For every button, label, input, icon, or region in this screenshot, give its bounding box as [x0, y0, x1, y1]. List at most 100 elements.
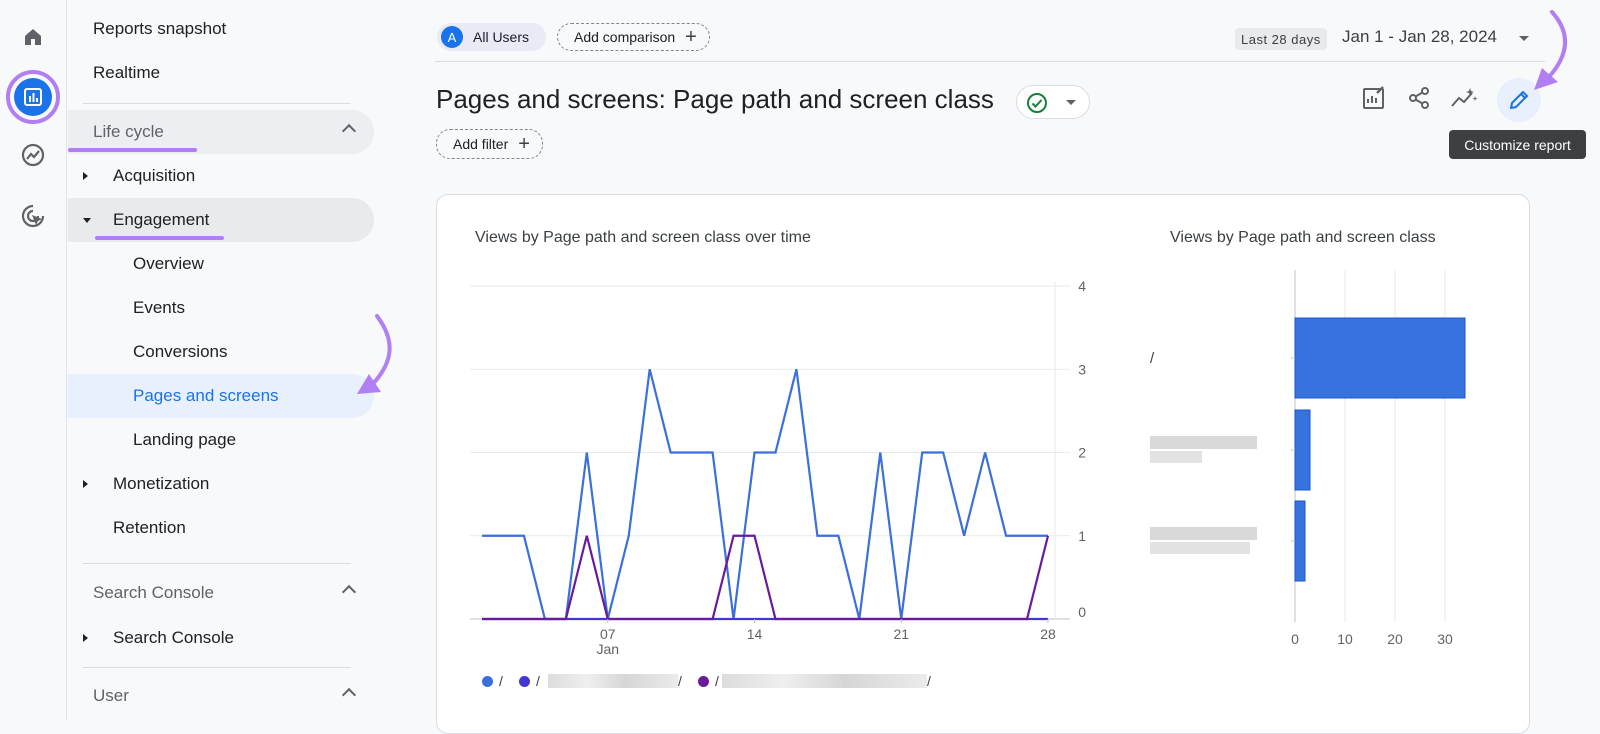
- y-tick-label: 1: [1078, 528, 1086, 544]
- legend-dot: [519, 675, 530, 687]
- legend-label: /: [499, 673, 503, 689]
- topbar-divider: [435, 61, 1545, 62]
- page-title: Pages and screens: Page path and screen …: [436, 84, 994, 114]
- bar: [1294, 409, 1311, 491]
- sidebar-item-label: Retention: [113, 518, 186, 537]
- legend-dot: [482, 675, 493, 687]
- bar: [1294, 500, 1306, 582]
- section-search-console[interactable]: Search Console: [68, 571, 374, 615]
- section-label: Life cycle: [93, 122, 164, 141]
- sidebar-item-conversions[interactable]: Conversions: [133, 330, 228, 374]
- home-icon[interactable]: [14, 18, 52, 56]
- plus-icon: +: [518, 133, 530, 155]
- sidebar-item-monetization[interactable]: Monetization: [68, 462, 368, 506]
- legend-label-suffix: /: [927, 673, 931, 689]
- sidebar-item-label: Reports snapshot: [93, 19, 227, 38]
- redacted-label: [1150, 451, 1202, 463]
- reports-icon[interactable]: [14, 78, 52, 116]
- annotation-underline: [95, 236, 224, 240]
- nav-rail: [0, 0, 67, 720]
- chevron-down-icon: [1066, 100, 1076, 105]
- x-tick-label: Jan: [596, 641, 619, 657]
- add-filter-button[interactable]: Add filter +: [436, 129, 543, 159]
- add-comparison-button[interactable]: Add comparison +: [557, 23, 710, 51]
- section-label: Search Console: [93, 583, 214, 602]
- bar: [1294, 317, 1466, 399]
- caret-down-icon: [83, 218, 91, 223]
- add-filter-label: Add filter: [453, 136, 509, 152]
- sidebar-item-label: Engagement: [113, 210, 210, 229]
- x-tick-label: 20: [1387, 631, 1403, 647]
- caret-right-icon: [83, 634, 88, 642]
- redacted-text: [548, 674, 678, 688]
- legend-item[interactable]: /: [482, 673, 503, 689]
- insights-icon[interactable]: [1448, 82, 1480, 114]
- annotation-arrow: [357, 314, 392, 394]
- add-comparison-label: Add comparison: [574, 29, 676, 45]
- section-user[interactable]: User: [68, 674, 374, 718]
- sidebar-item-label: Landing page: [133, 430, 237, 449]
- x-tick-label: 10: [1337, 631, 1353, 647]
- edit-comparisons-icon[interactable]: [1358, 82, 1390, 114]
- legend-label: /: [536, 673, 540, 689]
- segment-chip-all-users[interactable]: A All Users: [437, 23, 546, 51]
- sidebar-item-landing-page[interactable]: Landing page: [133, 418, 236, 462]
- tooltip: Customize report: [1449, 130, 1586, 159]
- sidebar-item-acquisition[interactable]: Acquisition: [68, 154, 368, 198]
- x-tick-label: 07: [600, 626, 616, 642]
- x-tick-label: 0: [1291, 631, 1299, 647]
- chevron-up-icon: [341, 123, 357, 139]
- sidebar-item-label: Pages and screens: [133, 386, 279, 405]
- advertising-icon[interactable]: [14, 197, 52, 235]
- y-tick-label: 0: [1078, 604, 1086, 620]
- sidebar-item-label: Realtime: [93, 63, 161, 82]
- date-preset-badge: Last 28 days: [1235, 28, 1327, 50]
- y-tick-label: 2: [1078, 445, 1086, 461]
- sidebar-item-label: Monetization: [113, 474, 210, 493]
- caret-right-icon: [83, 480, 88, 488]
- sidebar-item-label: Conversions: [133, 342, 228, 361]
- explore-icon[interactable]: [14, 136, 52, 174]
- x-tick-label: 14: [747, 626, 763, 642]
- divider: [83, 563, 351, 564]
- report-status-chip[interactable]: [1016, 85, 1090, 119]
- sidebar-item-pages-and-screens[interactable]: Pages and screens: [68, 374, 374, 418]
- sidebar-item-search-console[interactable]: Search Console: [68, 616, 368, 660]
- legend-item[interactable]: /: [519, 673, 540, 689]
- segment-label: All Users: [473, 29, 530, 45]
- divider: [83, 667, 351, 668]
- share-icon[interactable]: [1403, 82, 1435, 114]
- chevron-up-icon: [341, 584, 357, 600]
- sidebar-item-overview[interactable]: Overview: [133, 242, 204, 286]
- sidebar-item-realtime[interactable]: Realtime: [93, 51, 160, 95]
- legend-label: /: [715, 673, 719, 689]
- redacted-label: [1150, 436, 1257, 449]
- sidebar-item-retention[interactable]: Retention: [113, 506, 186, 550]
- sidebar-item-reports-snapshot[interactable]: Reports snapshot: [93, 7, 226, 51]
- line-chart-title: Views by Page path and screen class over…: [475, 229, 811, 246]
- x-tick-label: 30: [1437, 631, 1453, 647]
- bar-chart-title: Views by Page path and screen class: [1170, 229, 1436, 246]
- annotation-underline: [68, 148, 197, 152]
- sidebar-item-label: Events: [133, 298, 185, 317]
- legend-dot: [698, 675, 709, 687]
- bar-chart: 0 10 20 30 /: [1150, 270, 1466, 647]
- sidebar-item-events[interactable]: Events: [133, 286, 185, 330]
- caret-right-icon: [83, 172, 88, 180]
- sidebar-item-label: Acquisition: [113, 166, 196, 185]
- sidebar: Reports snapshot Realtime Life cycle Acq…: [68, 0, 392, 720]
- annotation-arrow: [1534, 10, 1567, 90]
- date-range-picker[interactable]: Jan 1 - Jan 28, 2024: [1342, 27, 1497, 47]
- y-tick-label: 3: [1078, 361, 1086, 377]
- legend-item[interactable]: /: [698, 673, 719, 689]
- line-chart: 0 1 2 3 4 07Jan 14 21 28: [470, 278, 1086, 657]
- y-tick-label: 4: [1078, 278, 1086, 294]
- redacted-label: [1150, 542, 1250, 554]
- redacted-text: [722, 674, 927, 688]
- x-tick-label: 21: [893, 626, 909, 642]
- sidebar-item-label: Search Console: [113, 628, 234, 647]
- section-label: User: [93, 686, 129, 705]
- legend-label-suffix: /: [678, 673, 682, 689]
- plus-icon: +: [685, 26, 697, 48]
- segment-avatar: A: [441, 26, 463, 48]
